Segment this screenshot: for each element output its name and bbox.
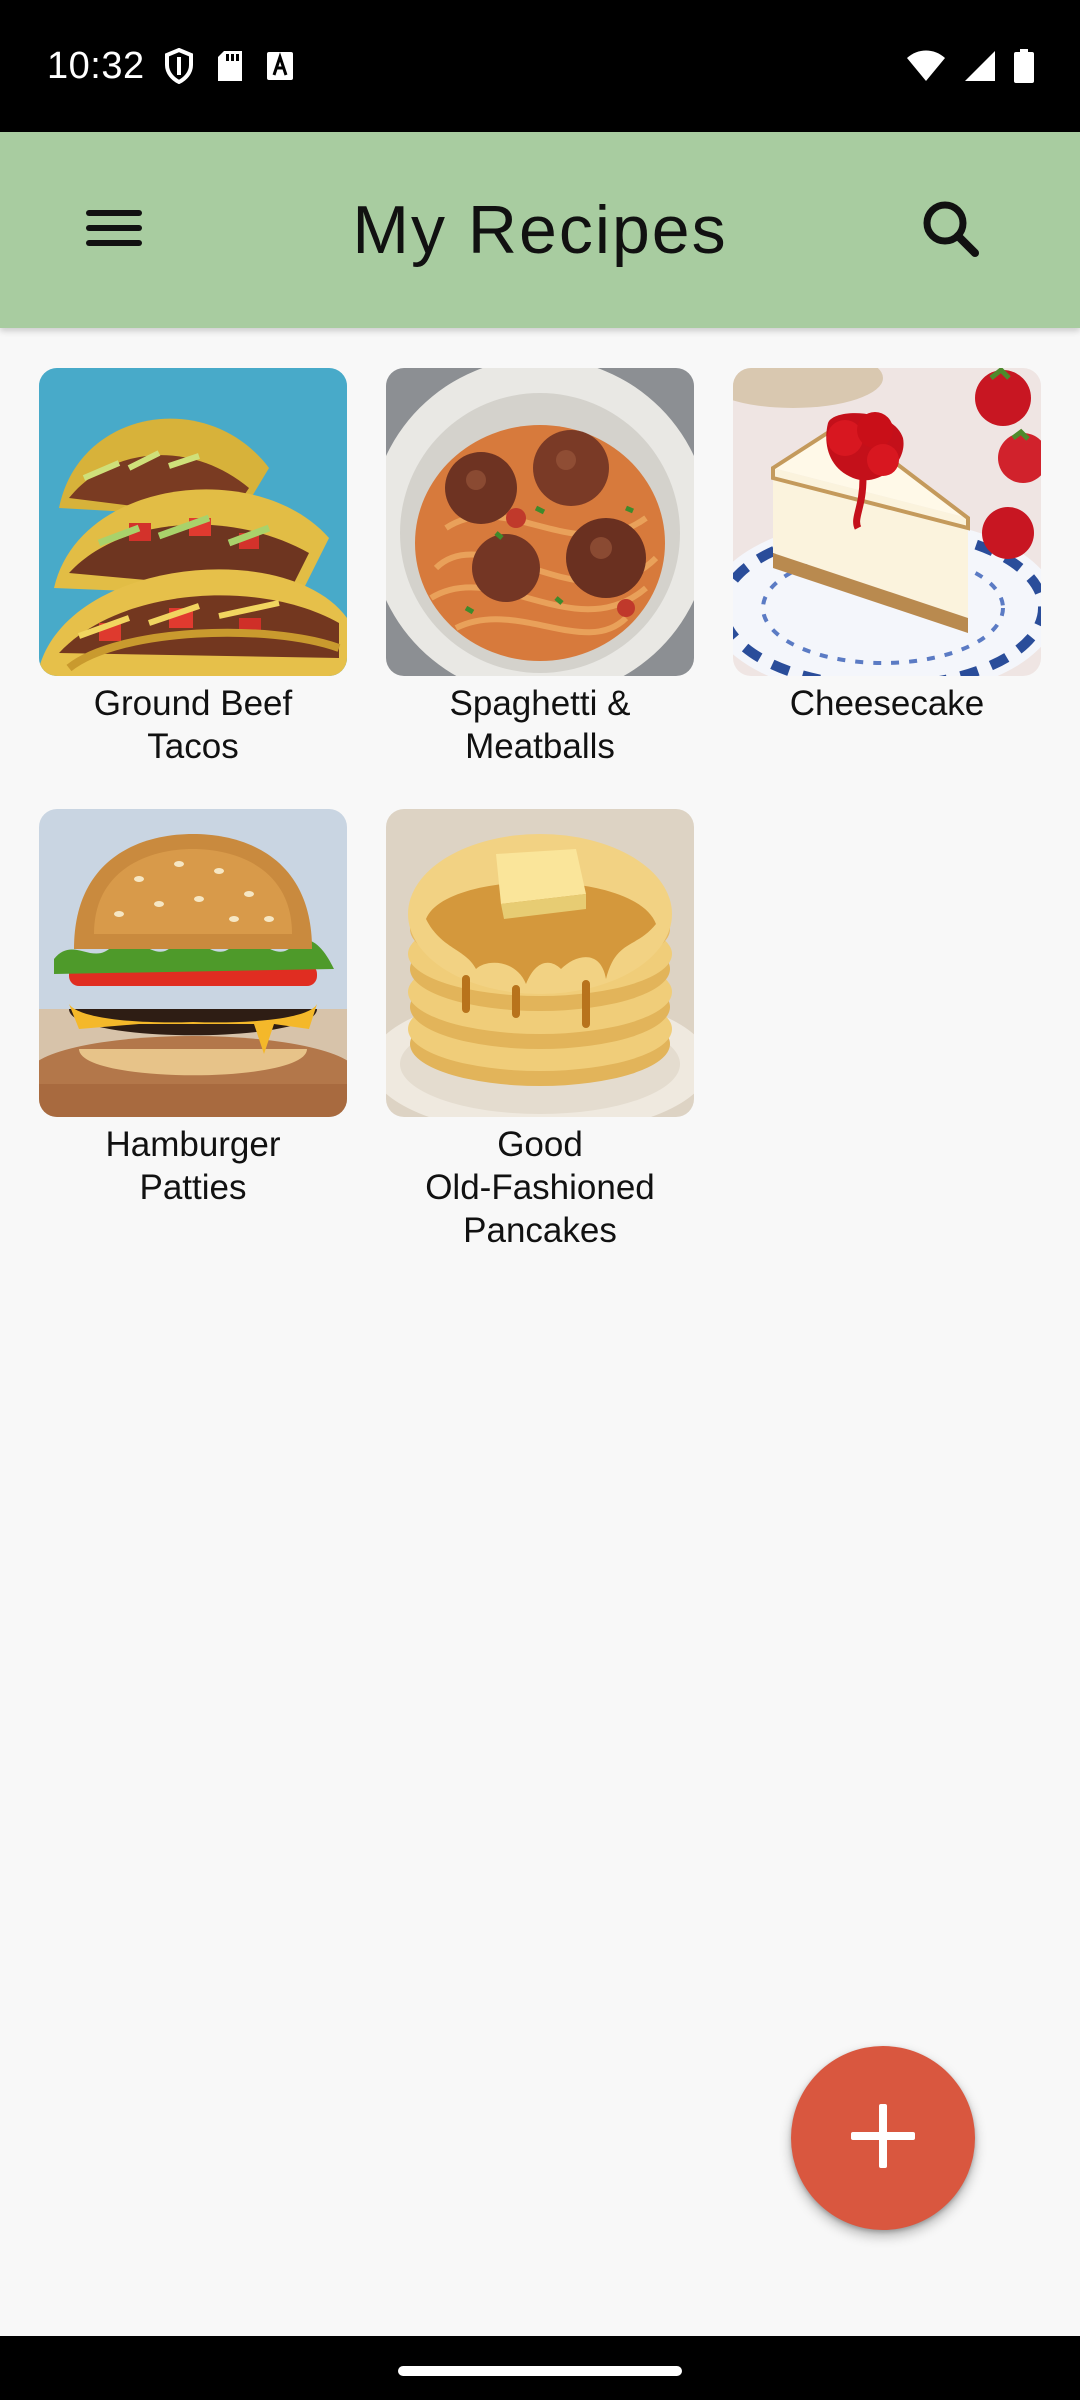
font-a-icon: [266, 51, 294, 81]
app-bar: My Recipes: [0, 132, 1080, 328]
navigation-bar: [0, 2336, 1080, 2400]
recipe-card-hamburger-patties[interactable]: Hamburger Patties: [39, 809, 347, 1209]
recipe-card-old-fashioned-pancakes[interactable]: Good Old-Fashioned Pancakes: [386, 809, 694, 1252]
recipe-image-tacos: [39, 368, 347, 676]
plus-icon: [851, 2103, 915, 2173]
cellular-signal-icon: [964, 50, 996, 82]
recipe-name: Hamburger Patties: [105, 1125, 281, 1207]
recipe-card-ground-beef-tacos[interactable]: Ground Beef Tacos: [39, 368, 347, 768]
home-indicator[interactable]: [398, 2366, 682, 2376]
sd-card-icon: [216, 50, 244, 82]
status-bar: 10:32: [0, 0, 1080, 132]
recipe-name: Spaghetti & Meatballs: [449, 684, 631, 766]
recipe-image-cheesecake: [733, 368, 1041, 676]
recipe-card-cheesecake[interactable]: Cheesecake: [733, 368, 1041, 725]
menu-icon: [86, 208, 142, 253]
search-button[interactable]: [902, 182, 998, 278]
wifi-icon: [906, 50, 946, 82]
status-left-icons: [164, 46, 294, 86]
recipe-name: Good Old-Fashioned Pancakes: [425, 1125, 655, 1250]
battery-icon: [1014, 49, 1034, 83]
recipe-name: Cheesecake: [789, 684, 985, 723]
add-recipe-button[interactable]: [791, 2046, 975, 2230]
recipe-name: Ground Beef Tacos: [93, 684, 293, 766]
search-icon: [920, 198, 980, 263]
recipe-image-pancakes: [386, 809, 694, 1117]
recipe-card-spaghetti-meatballs[interactable]: Spaghetti & Meatballs: [386, 368, 694, 768]
status-right-icons: [906, 46, 1034, 86]
shield-icon: [164, 48, 194, 84]
recipe-image-hamburger: [39, 809, 347, 1117]
status-time: 10:32: [47, 45, 145, 87]
recipe-image-spaghetti: [386, 368, 694, 676]
menu-button[interactable]: [66, 182, 162, 278]
